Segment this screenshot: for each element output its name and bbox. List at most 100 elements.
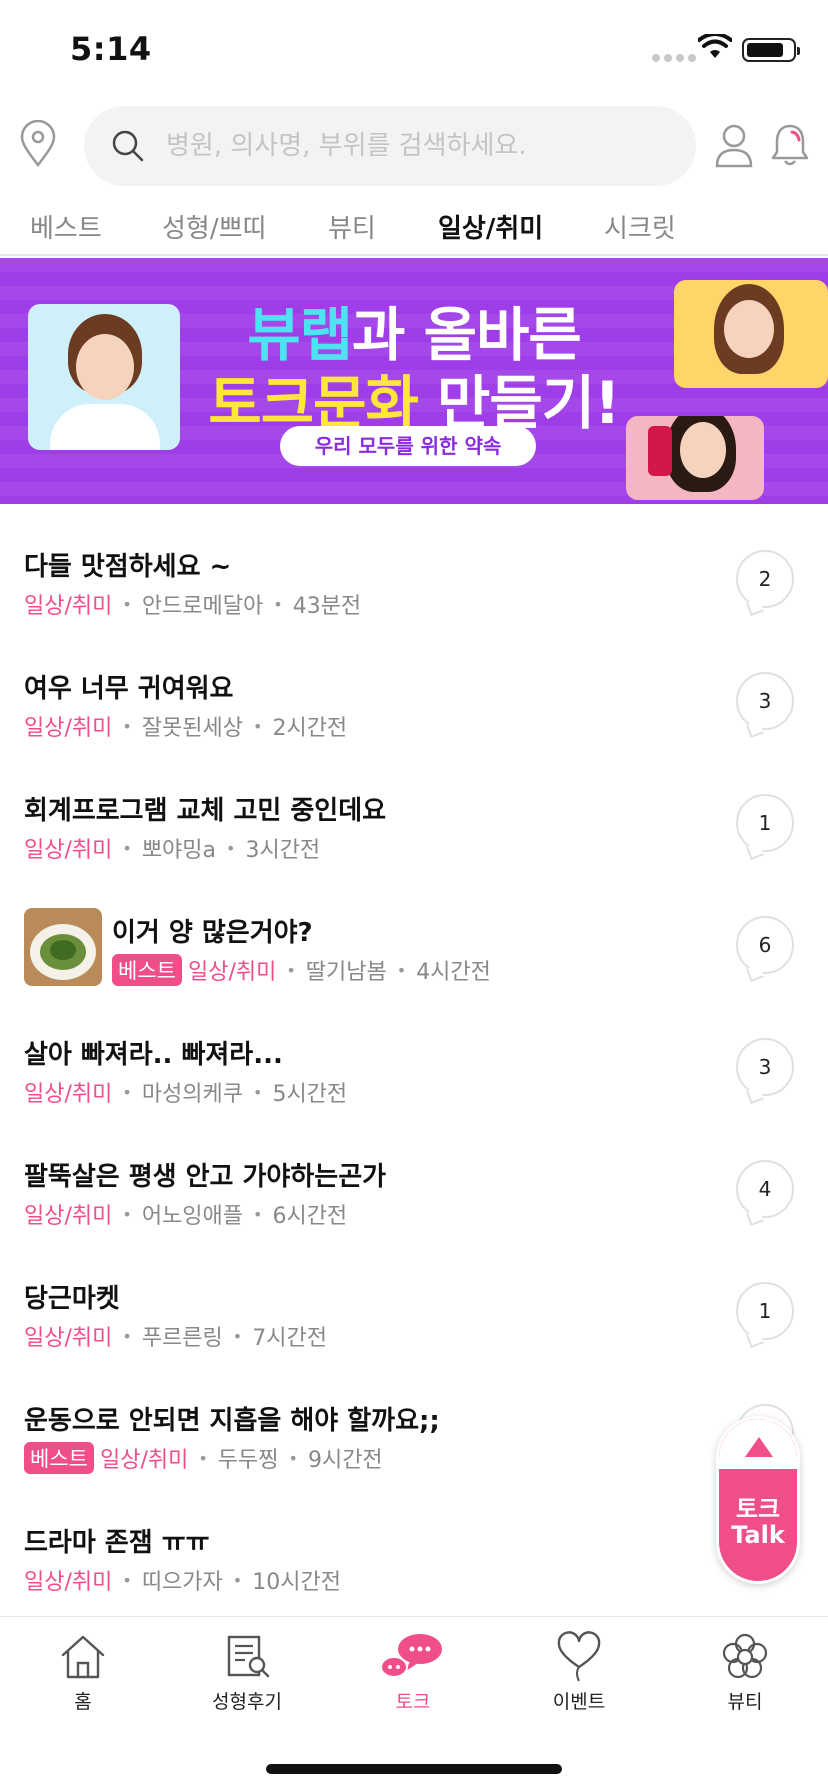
post-meta: 일상/취미 • 잘못된세상 • 2시간전: [24, 710, 347, 742]
post-author: 두두찡: [217, 1448, 279, 1473]
post-title: 회계프로그램 교체 고민 중인데요: [24, 796, 387, 826]
flower-icon: [722, 1633, 768, 1679]
comment-count-bubble: 1: [736, 1282, 794, 1340]
nav-label: 뷰티: [727, 1691, 763, 1713]
review-icon: [227, 1635, 270, 1678]
nav-label: 성형후기: [212, 1691, 282, 1713]
post-time: 10시간전: [252, 1570, 341, 1595]
post-item[interactable]: 드라마 존잼 ㅠㅠ 일상/취미 • 띠으가자 • 10시간전: [0, 1480, 828, 1602]
post-time: 5시간전: [272, 1082, 348, 1107]
search-icon: [112, 130, 144, 162]
nav-talk[interactable]: 토크: [358, 1631, 468, 1714]
post-category: 일상/취미: [24, 1326, 113, 1351]
status-bar: 5:14: [0, 0, 828, 100]
post-meta: 베스트 일상/취미 • 두두찡 • 9시간전: [24, 1442, 383, 1474]
post-meta: 일상/취미 • 어노잉애플 • 6시간전: [24, 1198, 347, 1230]
post-author: 푸르른링: [141, 1326, 223, 1351]
post-title: 다들 맛점하세요 ~: [24, 552, 232, 582]
tab-surgery-petit[interactable]: 성형/쁘띠: [162, 208, 266, 245]
post-thumbnail: [24, 908, 102, 986]
category-tabs: 베스트 성형/쁘띠 뷰티 일상/취미 시크릿: [0, 200, 828, 256]
notification-bell-icon[interactable]: [770, 120, 810, 168]
talk-button-label-en: Talk: [731, 1521, 785, 1549]
post-author: 딸기남봄: [305, 960, 387, 985]
tab-secret[interactable]: 시크릿: [604, 208, 676, 245]
nav-events[interactable]: 이벤트: [524, 1631, 634, 1714]
post-meta: 일상/취미 • 띠으가자 • 10시간전: [24, 1564, 341, 1596]
tab-beauty[interactable]: 뷰티: [328, 208, 376, 245]
nav-home[interactable]: 홈: [28, 1631, 138, 1714]
comment-count-bubble: 1: [736, 794, 794, 852]
banner-pill: 우리 모두를 위한 약속: [280, 426, 536, 466]
post-time: 7시간전: [252, 1326, 327, 1351]
cellular-signal-icon: [652, 54, 696, 62]
post-item[interactable]: 당근마켓 일상/취미 • 푸르른링 • 7시간전 1: [0, 1236, 828, 1358]
home-indicator: [266, 1764, 562, 1774]
nav-label: 홈: [74, 1691, 92, 1713]
post-meta: 베스트 일상/취미 • 딸기남봄 • 4시간전: [112, 954, 491, 986]
search-bar[interactable]: [84, 106, 696, 186]
heart-balloon-icon: [557, 1631, 601, 1682]
post-title: 운동으로 안되면 지흡을 해야 할까요;;: [24, 1406, 440, 1436]
post-author: 잘못된세상: [141, 716, 244, 741]
search-input[interactable]: [166, 131, 666, 161]
talk-icon: [380, 1634, 442, 1678]
post-author: 띠으가자: [141, 1570, 223, 1595]
post-title: 이거 양 많은거야?: [112, 918, 313, 948]
post-category: 일상/취미: [24, 838, 113, 863]
post-item[interactable]: 여우 너무 귀여워요 일상/취미 • 잘못된세상 • 2시간전 3: [0, 626, 828, 748]
post-author: 어노잉애플: [141, 1204, 244, 1229]
post-time: 3시간전: [245, 838, 321, 863]
best-badge: 베스트: [112, 954, 182, 986]
comment-count-bubble: 6: [736, 916, 794, 974]
nav-beauty[interactable]: 뷰티: [690, 1631, 800, 1714]
post-meta: 일상/취미 • 안드로메달아 • 43분전: [24, 588, 361, 620]
post-title: 살아 빠져라.. 빠져라...: [24, 1040, 283, 1070]
post-meta: 일상/취미 • 뽀야밍a • 3시간전: [24, 832, 320, 864]
home-icon: [61, 1635, 105, 1679]
wifi-icon: [698, 34, 732, 58]
post-category: 일상/취미: [24, 1570, 113, 1595]
post-title: 드라마 존잼 ㅠㅠ: [24, 1528, 210, 1558]
best-badge: 베스트: [24, 1442, 94, 1474]
post-category: 일상/취미: [24, 1082, 113, 1107]
post-time: 2시간전: [272, 716, 348, 741]
post-item[interactable]: 이거 양 많은거야? 베스트 일상/취미 • 딸기남봄 • 4시간전 6: [0, 870, 828, 992]
comment-count-bubble: 4: [736, 1160, 794, 1218]
post-category: 일상/취미: [24, 716, 113, 741]
post-item[interactable]: 운동으로 안되면 지흡을 해야 할까요;; 베스트 일상/취미 • 두두찡 • 9시…: [0, 1358, 828, 1480]
comment-count-bubble: 3: [736, 672, 794, 730]
post-category: 일상/취미: [24, 1204, 113, 1229]
post-title: 여우 너무 귀여워요: [24, 674, 234, 704]
promo-banner[interactable]: 뷰랩과 올바른 토크문화 만들기! 우리 모두를 위한 약속: [0, 258, 828, 504]
user-profile-icon[interactable]: [714, 122, 754, 168]
post-meta: 일상/취미 • 마성의케쿠 • 5시간전: [24, 1076, 347, 1108]
tab-best[interactable]: 베스트: [30, 208, 102, 245]
post-category: 일상/취미: [99, 1448, 189, 1473]
post-item[interactable]: 살아 빠져라.. 빠져라... 일상/취미 • 마성의케쿠 • 5시간전 3: [0, 992, 828, 1114]
post-time: 6시간전: [272, 1204, 348, 1229]
location-pin-icon[interactable]: [18, 120, 58, 168]
post-author: 뽀야밍a: [141, 838, 217, 863]
post-category: 일상/취미: [24, 594, 113, 619]
nav-reviews[interactable]: 성형후기: [192, 1631, 302, 1714]
post-title: 당근마켓: [24, 1284, 120, 1314]
post-item[interactable]: 팔뚝살은 평생 안고 가야하는곤가 일상/취미 • 어노잉애플 • 6시간전 4: [0, 1114, 828, 1236]
post-meta: 일상/취미 • 푸르른링 • 7시간전: [24, 1320, 327, 1352]
comment-count-bubble: 2: [736, 550, 794, 608]
tab-daily-hobby[interactable]: 일상/취미: [432, 208, 550, 249]
comment-count-bubble: 3: [736, 1038, 794, 1096]
post-time: 4시간전: [416, 960, 491, 985]
nav-label: 토크: [395, 1691, 431, 1713]
post-item[interactable]: 다들 맛점하세요 ~ 일상/취미 • 안드로메달아 • 43분전 2: [0, 504, 828, 626]
talk-button-label-ko: 토크: [735, 1495, 781, 1523]
post-title: 팔뚝살은 평생 안고 가야하는곤가: [24, 1162, 387, 1192]
post-item[interactable]: 회계프로그램 교체 고민 중인데요 일상/취미 • 뽀야밍a • 3시간전 1: [0, 748, 828, 870]
talk-write-button[interactable]: 토크 Talk: [716, 1416, 800, 1584]
status-time: 5:14: [70, 30, 152, 68]
search-header: [0, 104, 828, 186]
post-author: 안드로메달아: [141, 594, 264, 619]
battery-icon: [742, 38, 800, 62]
post-category: 일상/취미: [187, 960, 277, 985]
post-time: 9시간전: [307, 1448, 383, 1473]
